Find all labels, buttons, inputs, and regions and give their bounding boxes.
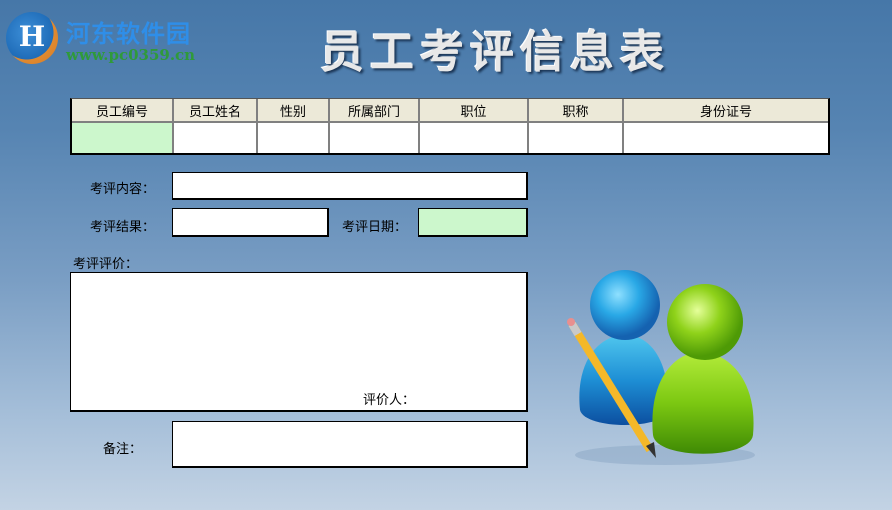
evaluation-label: 考评评价： <box>73 257 139 272</box>
users-illustration-icon <box>567 270 755 465</box>
date-label: 考评日期： <box>342 220 408 235</box>
result-field[interactable] <box>172 208 329 237</box>
date-field[interactable] <box>418 208 528 237</box>
content-label: 考评内容： <box>90 182 156 197</box>
green-person-head <box>667 284 743 360</box>
table-header-row: 员工编号 员工姓名 性别 所属部门 职位 职称 身份证号 <box>72 99 828 123</box>
content-field[interactable] <box>172 172 528 200</box>
column-header-employee-id: 员工编号 <box>72 99 174 123</box>
remarks-field[interactable] <box>172 421 528 468</box>
table-row <box>72 122 828 153</box>
department-cell[interactable] <box>329 122 420 153</box>
column-header-position: 职位 <box>419 99 529 123</box>
column-header-title: 职称 <box>528 99 624 123</box>
evaluation-field[interactable]: 评价人： <box>70 272 528 412</box>
column-header-gender: 性别 <box>257 99 330 123</box>
position-cell[interactable] <box>419 122 529 153</box>
employee-info-table: 员工编号 员工姓名 性别 所属部门 职位 职称 身份证号 <box>70 98 830 155</box>
blue-person-head <box>590 270 660 340</box>
watermark-logo-mark: H <box>18 20 46 53</box>
column-header-employee-name: 员工姓名 <box>173 99 258 123</box>
watermark-url: www.pc0359.cn <box>66 46 196 64</box>
page-title: 员工考评信息表 <box>320 27 670 78</box>
employee-id-cell[interactable] <box>72 122 174 153</box>
employee-name-cell[interactable] <box>173 122 258 153</box>
green-person-body <box>652 352 754 454</box>
gender-cell[interactable] <box>257 122 330 153</box>
column-header-department: 所属部门 <box>329 99 420 123</box>
remarks-label: 备注： <box>103 442 143 457</box>
id-number-cell[interactable] <box>623 122 828 153</box>
result-label: 考评结果： <box>90 220 156 235</box>
watermark-name: 河东软件园 <box>66 19 191 48</box>
column-header-id-number: 身份证号 <box>623 99 828 123</box>
title-cell[interactable] <box>528 122 624 153</box>
evaluator-label: 评价人： <box>363 393 416 408</box>
